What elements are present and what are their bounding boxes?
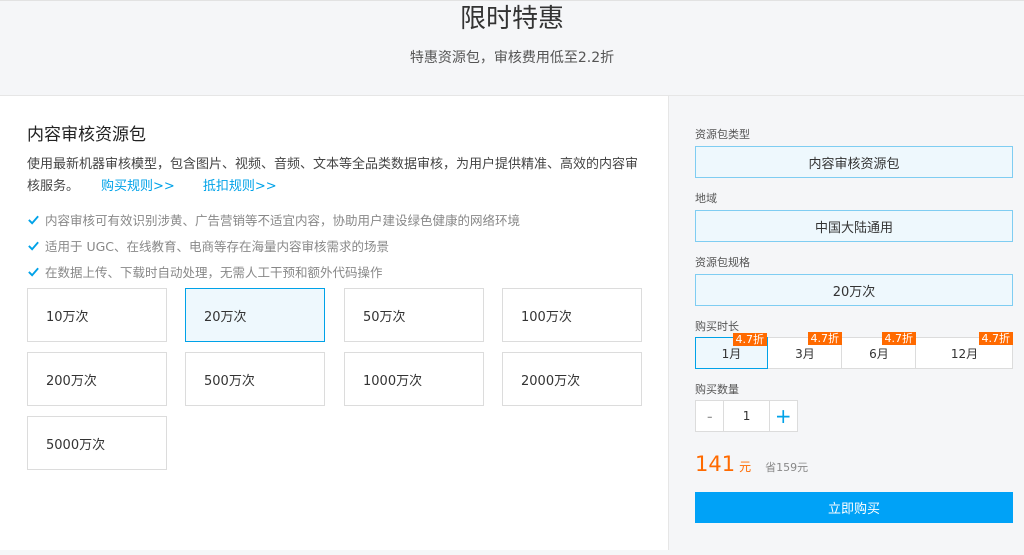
quantity-increase-button[interactable]: +	[770, 401, 797, 431]
feature-item: 在数据上传、下载时自动处理，无需人工干预和额外代码操作	[27, 258, 520, 284]
spec-label: 资源包规格	[695, 256, 750, 269]
spec-option-500w[interactable]: 500万次	[185, 352, 325, 406]
duration-option-1m[interactable]: 1月 4.7折	[695, 333, 768, 369]
product-title: 内容审核资源包	[27, 125, 146, 145]
region-label: 地域	[695, 192, 717, 205]
discount-badge: 4.7折	[807, 332, 842, 345]
feature-text: 内容审核可有效识别涉黄、广告营销等不适宜内容，协助用户建设绿色健康的网络环境	[45, 212, 521, 228]
product-panel: 内容审核资源包 使用最新机器审核模型，包含图片、视频、音频、文本等全品类数据审核…	[0, 95, 669, 550]
spec-option-5000w[interactable]: 5000万次	[27, 416, 167, 470]
spec-options: 10万次 20万次 50万次 100万次 200万次 500万次 1000万次 …	[27, 288, 644, 478]
check-icon	[28, 241, 39, 251]
spec-option-2000w[interactable]: 2000万次	[502, 352, 642, 406]
discount-badge: 4.7折	[881, 332, 916, 345]
spec-select[interactable]: 20万次	[695, 274, 1013, 306]
price-unit: 元	[739, 460, 752, 474]
package-type-label: 资源包类型	[695, 128, 750, 141]
duration-option-6m[interactable]: 6月 4.7折	[842, 332, 916, 369]
duration-option-label: 6月	[869, 346, 889, 361]
deduction-rules-link[interactable]: 抵扣规则>>	[203, 179, 277, 194]
spec-option-10w[interactable]: 10万次	[27, 288, 167, 342]
page-subtitle: 特惠资源包，审核费用低至2.2折	[409, 50, 615, 66]
package-type-select[interactable]: 内容审核资源包	[695, 146, 1013, 178]
quantity-input[interactable]: 1	[723, 401, 770, 431]
quantity-stepper: - 1 +	[695, 400, 798, 432]
discount-badge: 4.7折	[732, 333, 767, 346]
spec-option-50w[interactable]: 50万次	[344, 288, 484, 342]
duration-label: 购买时长	[695, 320, 739, 333]
feature-list: 内容审核可有效识别涉黄、广告营销等不适宜内容，协助用户建设绿色健康的网络环境 适…	[27, 206, 520, 284]
price-summary: 141 元 省159元	[695, 452, 808, 476]
duration-option-label: 1月	[721, 346, 742, 361]
page-title: 限时特惠	[459, 4, 564, 34]
product-description: 使用最新机器审核模型，包含图片、视频、音频、文本等全品类数据审核，为用户提供精准…	[27, 154, 642, 198]
price-amount: 141	[695, 452, 736, 476]
feature-item: 内容审核可有效识别涉黄、广告营销等不适宜内容，协助用户建设绿色健康的网络环境	[27, 206, 520, 232]
quantity-decrease-button[interactable]: -	[696, 401, 723, 431]
quantity-label: 购买数量	[695, 383, 739, 396]
feature-text: 适用于 UGC、在线教育、电商等存在海量内容审核需求的场景	[45, 238, 390, 254]
buy-now-button[interactable]: 立即购买	[695, 492, 1013, 523]
duration-option-3m[interactable]: 3月 4.7折	[768, 332, 842, 369]
check-icon	[28, 215, 39, 225]
discount-badge: 4.7折	[978, 332, 1013, 345]
region-select[interactable]: 中国大陆通用	[695, 210, 1013, 242]
feature-text: 在数据上传、下载时自动处理，无需人工干预和额外代码操作	[45, 264, 383, 280]
duration-options: 1月 4.7折 3月 4.7折 6月 4.7折 12月 4.7折	[695, 332, 1013, 369]
feature-item: 适用于 UGC、在线教育、电商等存在海量内容审核需求的场景	[27, 232, 520, 258]
purchase-rules-link[interactable]: 购买规则>>	[101, 179, 175, 194]
duration-option-12m[interactable]: 12月 4.7折	[916, 332, 1013, 369]
spec-option-20w[interactable]: 20万次	[185, 288, 325, 342]
duration-option-label: 12月	[950, 346, 979, 361]
order-panel: 资源包类型 内容审核资源包 地域 中国大陆通用 资源包规格 20万次 购买时长 …	[669, 95, 1024, 550]
page-header: 限时特惠 特惠资源包，审核费用低至2.2折	[0, 0, 1024, 95]
spec-option-200w[interactable]: 200万次	[27, 352, 167, 406]
check-icon	[28, 267, 39, 277]
spec-option-100w[interactable]: 100万次	[502, 288, 642, 342]
price-savings: 省159元	[765, 461, 809, 474]
duration-option-label: 3月	[795, 346, 815, 361]
spec-option-1000w[interactable]: 1000万次	[344, 352, 484, 406]
